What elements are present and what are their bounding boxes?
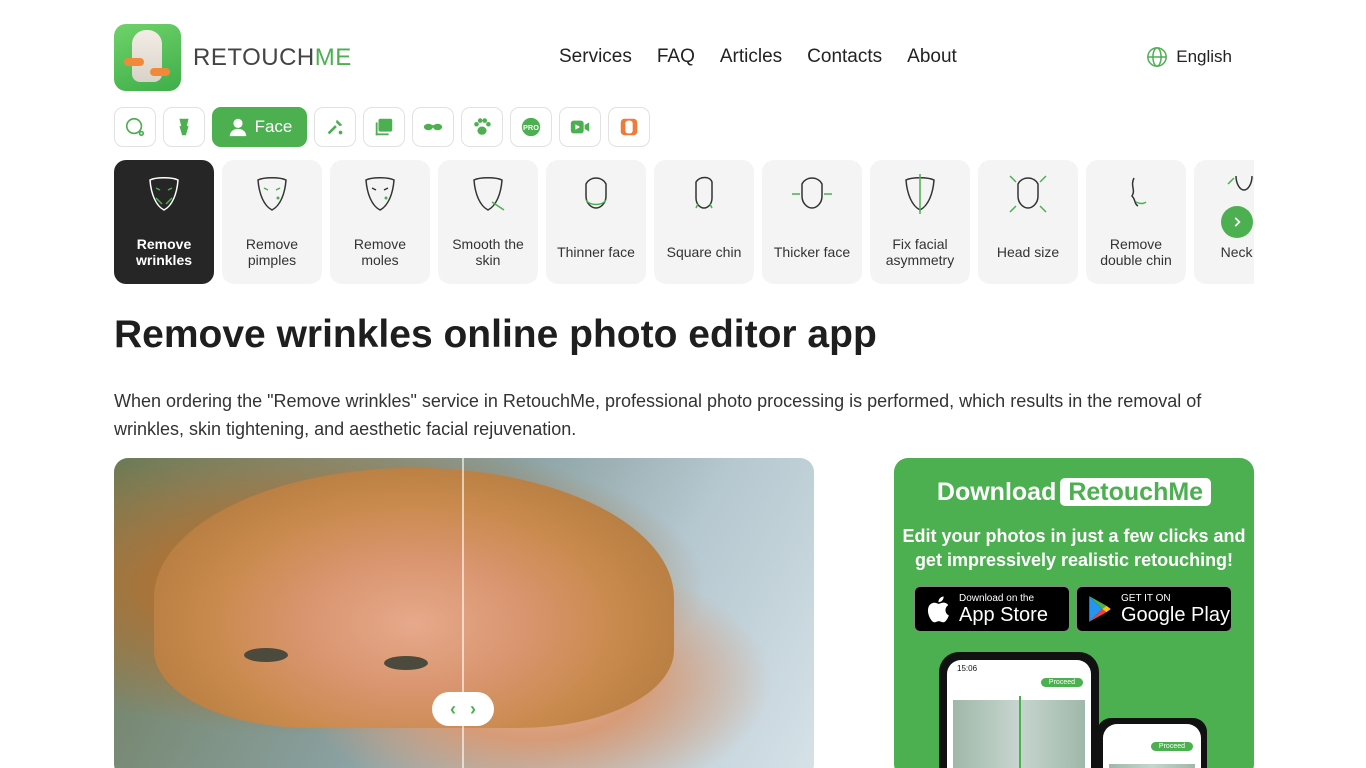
language-selector[interactable]: English (1146, 46, 1232, 68)
category-face-label: Face (254, 117, 293, 136)
portrait-face (154, 468, 674, 728)
portrait-eye-left (244, 648, 288, 662)
google-play-icon (1089, 596, 1111, 622)
service-label: Fix facial asymmetry (885, 236, 955, 268)
brand-name[interactable]: RETOUCHME (193, 44, 352, 72)
app-store-small: Download on the (959, 592, 1035, 604)
face-thinner-icon (585, 177, 607, 209)
category-pro[interactable]: PRO (510, 107, 552, 147)
phone-proceed-button: Proceed (1040, 678, 1083, 687)
main-nav: Services FAQ Articles Contacts About (559, 46, 957, 68)
service-label: Remove pimples (245, 236, 299, 268)
face-icon (229, 118, 246, 137)
face-wrinkles-icon (149, 177, 179, 211)
language-label: English (1176, 47, 1232, 66)
service-label: Thinner face (557, 244, 635, 260)
face-thicker-icon (792, 177, 832, 209)
category-pets[interactable] (461, 107, 503, 147)
retouchme-logo[interactable] (114, 24, 181, 91)
nav-articles[interactable]: Articles (720, 46, 782, 68)
chevron-right-icon (1234, 217, 1241, 227)
face-asymmetry-icon (905, 174, 935, 214)
service-thicker-face[interactable]: Thicker face (762, 160, 862, 284)
video-icon (570, 120, 590, 134)
app-store-big: App Store (959, 603, 1048, 626)
face-chin-icon (695, 176, 713, 209)
glasses-icon (423, 123, 443, 131)
before-after-photo[interactable]: ‹ › (114, 458, 814, 768)
comparison-slider-handle[interactable]: ‹ › (432, 692, 494, 726)
service-label: Remove moles (353, 236, 407, 268)
phone-time: 15:06 (957, 664, 978, 673)
magic-lasso-icon (125, 117, 145, 137)
double-chin-icon (1131, 177, 1147, 207)
service-square-chin[interactable]: Square chin (654, 160, 754, 284)
service-head-size[interactable]: Head size (978, 160, 1078, 284)
globe-icon (1147, 47, 1168, 67)
page-title: Remove wrinkles online photo editor app (114, 313, 877, 356)
google-play-big: Google Play (1121, 603, 1230, 626)
service-fix-asymmetry[interactable]: Fix facial asymmetry (870, 160, 970, 284)
service-carousel: Remove wrinkles Remove pimples Remove mo… (114, 160, 1254, 284)
portrait-eye-right (384, 656, 428, 670)
category-retouchme-app[interactable] (608, 107, 650, 147)
phone-divider (1019, 696, 1021, 768)
category-body[interactable] (163, 107, 205, 147)
download-subtitle: Edit your photos in just a few clicks an… (902, 526, 1246, 570)
category-tools[interactable] (314, 107, 356, 147)
service-smooth-skin[interactable]: Smooth the skin (438, 160, 538, 284)
apple-icon (927, 596, 949, 623)
tools-icon (327, 119, 343, 135)
head-size-icon (1009, 175, 1047, 213)
category-magic-lasso[interactable] (114, 107, 156, 147)
nav-about[interactable]: About (907, 46, 957, 68)
app-store-button[interactable]: Download on the App Store (914, 586, 1070, 632)
pro-icon: PRO (521, 117, 541, 137)
google-play-small: GET IT ON (1121, 592, 1171, 604)
service-remove-wrinkles[interactable]: Remove wrinkles (114, 160, 214, 284)
service-remove-double-chin[interactable]: Remove double chin (1086, 160, 1186, 284)
service-label: Remove double chin (1100, 236, 1172, 268)
service-label: Thicker face (773, 244, 851, 260)
download-brand: RetouchMe (1060, 478, 1212, 506)
service-label: Square chin (666, 244, 742, 260)
service-label: Neck le (1220, 244, 1254, 260)
category-video[interactable] (559, 107, 601, 147)
category-face[interactable]: Face (212, 107, 307, 147)
service-thinner-face[interactable]: Thinner face (546, 160, 646, 284)
body-icon (179, 118, 189, 136)
service-remove-pimples[interactable]: Remove pimples (222, 160, 322, 284)
nav-faq[interactable]: FAQ (657, 46, 695, 68)
nav-contacts[interactable]: Contacts (807, 46, 882, 68)
phone-mockup-small: Proceed (1097, 718, 1207, 768)
face-pimples-icon (257, 177, 287, 211)
site-header: RETOUCHME Services FAQ Articles Contacts… (114, 24, 1254, 91)
face-moles-icon (365, 177, 395, 211)
svg-text:PRO: PRO (523, 123, 539, 132)
nav-services[interactable]: Services (559, 46, 632, 68)
chevron-right-icon: › (470, 698, 476, 719)
service-label: Remove wrinkles (135, 236, 193, 268)
service-label: Smooth the skin (452, 236, 524, 268)
retouchme-app-icon (620, 118, 638, 136)
phone-small-proceed-button: Proceed (1150, 742, 1193, 751)
download-card: Download RetouchMe Edit your photos in ju… (894, 458, 1254, 768)
chevron-left-icon: ‹ (450, 698, 456, 719)
page-description: When ordering the "Remove wrinkles" serv… (114, 391, 1202, 439)
paw-icon (474, 118, 491, 135)
google-play-button[interactable]: GET IT ON Google Play (1076, 586, 1232, 632)
category-glasses[interactable] (412, 107, 454, 147)
service-label: Head size (996, 244, 1060, 260)
category-photo[interactable] (363, 107, 405, 147)
carousel-next-button[interactable] (1221, 206, 1253, 238)
photo-icon (375, 118, 393, 136)
face-smooth-icon (473, 177, 505, 211)
phone-small-preview-image (1109, 764, 1195, 768)
service-remove-moles[interactable]: Remove moles (330, 160, 430, 284)
phone-mockup-large: 15:06 Proceed (939, 652, 1099, 768)
download-title: Download RetouchMe (894, 478, 1254, 507)
category-bar: Face PRO (114, 107, 650, 147)
